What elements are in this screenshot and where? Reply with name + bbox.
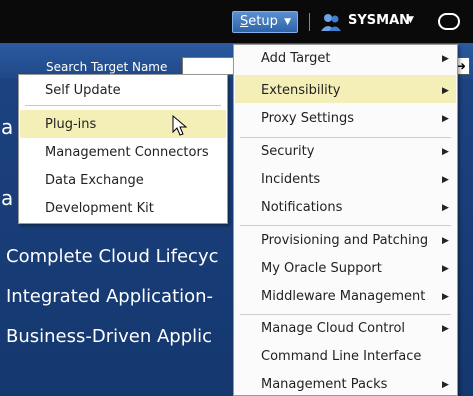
setup-menu-button[interactable]: Setup ▼ xyxy=(232,11,298,33)
chevron-right-icon: ▶ xyxy=(442,114,449,124)
chevron-right-icon: ▶ xyxy=(442,175,449,185)
hero-partial-text: a xyxy=(1,115,14,139)
setup-dropdown-menu: Add Target ▶ Extensibility ▶ Proxy Setti… xyxy=(233,44,458,396)
menu-separator xyxy=(240,314,451,315)
menu-item-self-update[interactable]: Self Update xyxy=(45,83,121,98)
chevron-right-icon: ▶ xyxy=(442,380,449,390)
chevron-right-icon: ▶ xyxy=(442,236,449,246)
menu-separator xyxy=(25,105,221,106)
menu-separator xyxy=(240,225,451,226)
chevron-right-icon: ▶ xyxy=(442,292,449,302)
mouse-pointer-icon xyxy=(172,115,188,136)
chevron-down-icon[interactable]: ▼ xyxy=(407,15,414,25)
menu-item-extensibility[interactable]: Extensibility xyxy=(261,83,341,98)
chevron-right-icon: ▶ xyxy=(442,203,449,213)
menu-item-management-connectors[interactable]: Management Connectors xyxy=(45,145,209,160)
hero-line: Integrated Application- xyxy=(6,286,214,307)
chevron-right-icon: ▶ xyxy=(442,324,449,334)
hero-line: Complete Cloud Lifecyc xyxy=(6,246,219,267)
chevron-right-icon: ▶ xyxy=(442,147,449,157)
menu-item-my-oracle-support[interactable]: My Oracle Support xyxy=(261,261,382,276)
extensibility-submenu: Self Update Plug-ins Management Connecto… xyxy=(18,74,228,224)
menu-item-manage-cloud-control[interactable]: Manage Cloud Control xyxy=(261,321,405,336)
chevron-down-icon: ▼ xyxy=(284,17,291,27)
menu-item-proxy-settings[interactable]: Proxy Settings xyxy=(261,111,354,126)
menu-item-notifications[interactable]: Notifications xyxy=(261,200,342,215)
chevron-right-icon: ▶ xyxy=(442,86,449,96)
menu-item-incidents[interactable]: Incidents xyxy=(261,172,320,187)
search-input[interactable] xyxy=(182,57,240,75)
user-icon[interactable] xyxy=(320,12,342,32)
menu-item-plug-ins[interactable]: Plug-ins xyxy=(45,117,96,132)
menu-item-development-kit[interactable]: Development Kit xyxy=(45,201,154,216)
setup-label: etup xyxy=(248,14,278,29)
menu-item-management-packs[interactable]: Management Packs xyxy=(261,377,387,392)
menu-item-middleware-management[interactable]: Middleware Management xyxy=(261,289,425,304)
divider xyxy=(309,13,310,31)
user-menu-label[interactable]: SYSMAN xyxy=(348,13,410,28)
menu-item-data-exchange[interactable]: Data Exchange xyxy=(45,173,144,188)
logout-icon[interactable] xyxy=(438,13,460,30)
search-label: Search Target Name xyxy=(46,60,168,74)
menu-item-security[interactable]: Security xyxy=(261,144,314,159)
menu-separator xyxy=(240,137,451,138)
chevron-right-icon: ▶ xyxy=(442,264,449,274)
menu-item-add-target[interactable]: Add Target xyxy=(261,51,331,66)
chevron-right-icon: ▶ xyxy=(442,54,449,64)
hero-line: Business-Driven Applic xyxy=(6,326,213,347)
top-bar: Setup ▼ SYSMAN ▼ xyxy=(0,0,473,43)
menu-item-command-line-interface[interactable]: Command Line Interface xyxy=(261,349,421,364)
hero-partial-text: a xyxy=(1,186,14,210)
menu-item-provisioning-and-patching[interactable]: Provisioning and Patching xyxy=(261,233,428,248)
